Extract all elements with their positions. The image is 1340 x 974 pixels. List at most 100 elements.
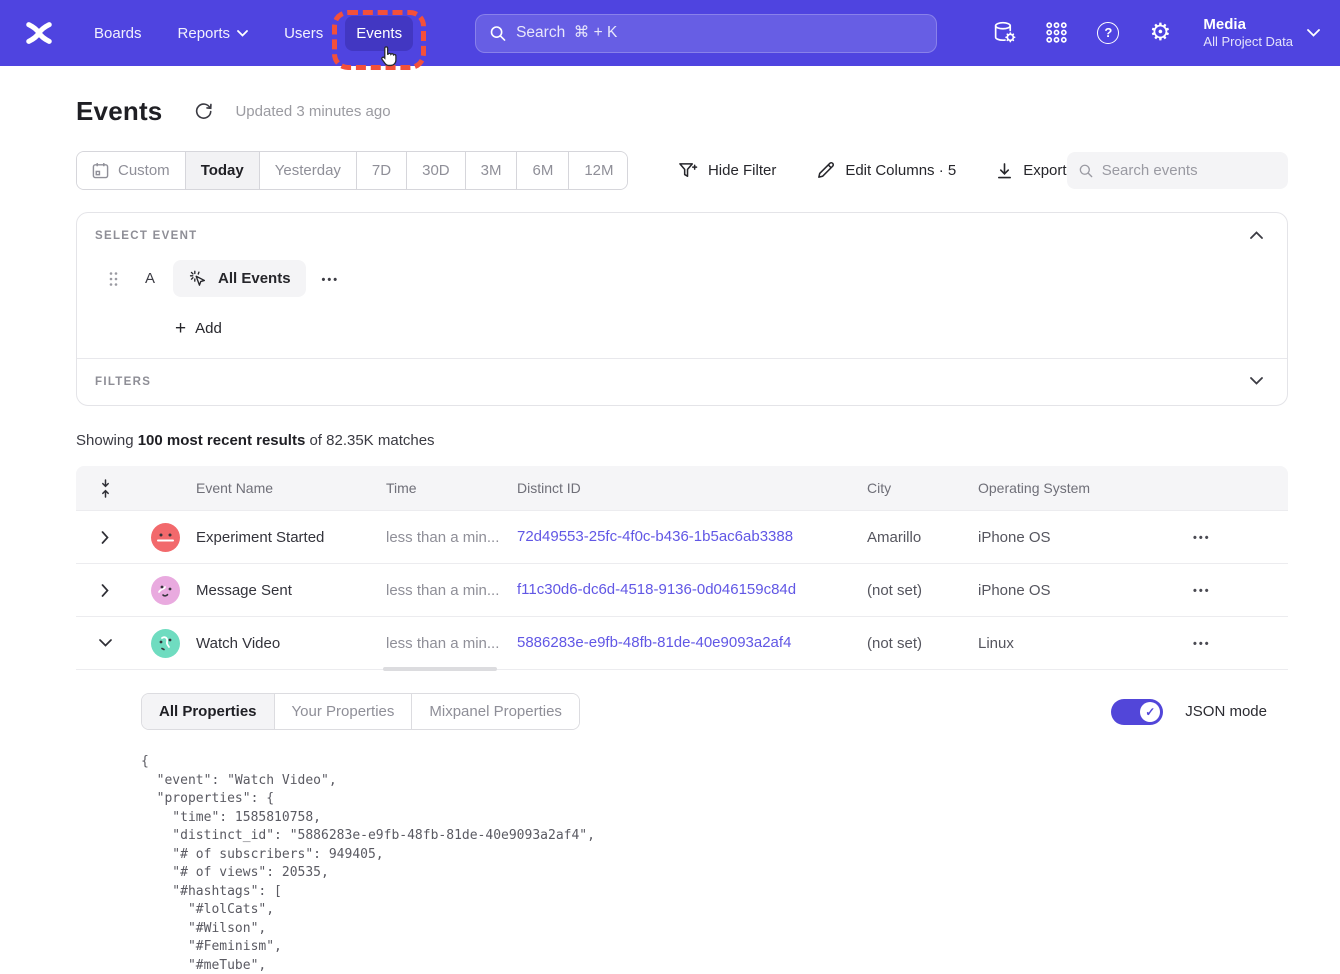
row-more-button[interactable]	[1187, 577, 1217, 603]
global-search-input[interactable]	[516, 24, 922, 42]
nav-item-users[interactable]: Users	[270, 16, 337, 51]
last-updated-text: Updated 3 minutes ago	[235, 103, 390, 120]
event-avatar	[151, 523, 180, 552]
event-name-cell: Watch Video	[196, 635, 386, 652]
chevron-down-icon	[237, 30, 248, 37]
json-mode-label: JSON mode	[1185, 703, 1267, 720]
column-header-distinct-id: Distinct ID	[517, 480, 867, 496]
expand-all-icon[interactable]	[93, 473, 118, 504]
nav-label: Users	[284, 25, 323, 42]
select-event-label: SELECT EVENT	[95, 230, 1269, 242]
primary-nav: Boards Reports Users Events	[80, 16, 413, 51]
settings-gear-icon[interactable]	[1147, 20, 1173, 46]
data-management-icon[interactable]	[991, 20, 1017, 46]
table-row-expanded[interactable]: Watch Video less than a min... 5886283e-…	[76, 617, 1288, 670]
add-event-button[interactable]: Add	[175, 319, 222, 338]
collapse-row-icon[interactable]	[93, 633, 118, 653]
summary-suffix: of 82.35K matches	[305, 432, 434, 449]
refresh-button[interactable]	[194, 102, 213, 121]
date-option-label: 30D	[422, 162, 450, 179]
search-icon	[490, 25, 506, 42]
time-cell: less than a min...	[386, 582, 517, 599]
row-more-button[interactable]	[1187, 524, 1217, 550]
search-icon	[1079, 163, 1093, 179]
city-cell: Amarillo	[867, 529, 978, 546]
expand-row-icon[interactable]	[95, 578, 115, 603]
table-row[interactable]: Experiment Started less than a min... 72…	[76, 511, 1288, 564]
json-mode-control: JSON mode	[1111, 699, 1267, 725]
project-selector[interactable]: Media All Project Data	[1203, 15, 1320, 51]
date-option-12m[interactable]: 12M	[569, 152, 628, 189]
date-option-label: 7D	[372, 162, 391, 179]
edit-columns-button[interactable]: Edit Columns · 5	[816, 161, 956, 180]
date-option-6m[interactable]: 6M	[517, 152, 569, 189]
horizontal-scrollbar-thumb[interactable]	[383, 667, 497, 671]
query-builder-card: SELECT EVENT A	[76, 212, 1288, 406]
funnel-plus-icon	[678, 161, 698, 180]
help-icon[interactable]	[1095, 20, 1121, 46]
nav-label: Boards	[94, 25, 142, 42]
export-button[interactable]: Export	[996, 162, 1066, 180]
event-row-letter: A	[145, 270, 155, 287]
export-label: Export	[1023, 162, 1066, 179]
nav-item-events[interactable]: Events	[345, 16, 413, 51]
date-option-label: 6M	[532, 162, 553, 179]
row-more-button[interactable]	[1187, 630, 1217, 656]
pencil-icon	[816, 161, 835, 180]
tab-mixpanel-properties[interactable]: Mixpanel Properties	[412, 694, 579, 729]
events-page: Events Updated 3 minutes ago Custom Toda…	[0, 66, 1340, 974]
time-cell: less than a min...	[386, 635, 517, 652]
chevron-down-icon	[1250, 377, 1263, 385]
drag-handle-icon[interactable]	[109, 271, 118, 287]
summary-prefix: Showing	[76, 432, 138, 449]
expand-row-icon[interactable]	[95, 525, 115, 550]
filters-label: FILTERS	[95, 376, 1269, 388]
date-option-yesterday[interactable]: Yesterday	[260, 152, 357, 189]
expand-filters-button[interactable]	[1246, 373, 1267, 389]
distinct-id-link[interactable]: 5886283e-e9fb-48fb-81de-40e9093a2af4	[517, 634, 791, 651]
column-header-city: City	[867, 480, 978, 496]
date-option-3m[interactable]: 3M	[466, 152, 518, 189]
hide-filter-button[interactable]: Hide Filter	[678, 161, 776, 180]
date-option-label: 3M	[481, 162, 502, 179]
navbar-right: Media All Project Data	[991, 15, 1320, 51]
search-events-box[interactable]	[1067, 152, 1288, 189]
edit-columns-label: Edit Columns · 5	[845, 162, 956, 179]
os-cell: Linux	[978, 635, 1187, 652]
table-toolbar: Hide Filter Edit Columns · 5 Export	[678, 161, 1067, 180]
date-range-picker: Custom Today Yesterday 7D 30D 3M 6M 12M	[76, 151, 628, 190]
global-search[interactable]	[475, 14, 937, 53]
table-row[interactable]: Message Sent less than a min... f11c30d6…	[76, 564, 1288, 617]
event-name-cell: Experiment Started	[196, 529, 386, 546]
event-json-viewer: { "event": "Watch Video", "properties": …	[141, 753, 1267, 974]
date-option-7d[interactable]: 7D	[357, 152, 407, 189]
column-header-time: Time	[386, 480, 517, 496]
search-events-input[interactable]	[1102, 162, 1276, 179]
json-mode-toggle[interactable]	[1111, 699, 1163, 725]
date-option-today[interactable]: Today	[186, 152, 260, 189]
events-table: Event Name Time Distinct ID City Operati…	[76, 466, 1288, 974]
distinct-id-link[interactable]: 72d49553-25fc-4f0c-b436-1b5ac6ab3388	[517, 528, 793, 545]
distinct-id-link[interactable]: f11c30d6-dc6d-4518-9136-0d046159c84d	[517, 581, 796, 598]
date-option-custom[interactable]: Custom	[77, 152, 186, 189]
mixpanel-logo-icon[interactable]	[22, 18, 56, 48]
date-option-30d[interactable]: 30D	[407, 152, 466, 189]
tab-your-properties[interactable]: Your Properties	[275, 694, 413, 729]
event-selector-chip[interactable]: All Events	[173, 260, 306, 297]
tab-all-properties[interactable]: All Properties	[142, 694, 275, 729]
event-row-more-button[interactable]	[322, 270, 340, 288]
date-option-label: Custom	[118, 162, 170, 179]
nav-item-boards[interactable]: Boards	[80, 16, 156, 51]
properties-tabs: All Properties Your Properties Mixpanel …	[141, 693, 580, 730]
collapse-section-button[interactable]	[1246, 227, 1267, 243]
event-avatar	[151, 629, 180, 658]
apps-grid-icon[interactable]	[1043, 20, 1069, 46]
top-navbar: Boards Reports Users Events	[0, 0, 1340, 66]
nav-label: Reports	[178, 25, 231, 42]
column-header-event-name: Event Name	[196, 480, 386, 496]
nav-item-reports[interactable]: Reports	[164, 16, 263, 51]
project-scope: All Project Data	[1203, 34, 1293, 51]
os-cell: iPhone OS	[978, 529, 1187, 546]
event-chip-label: All Events	[218, 270, 291, 287]
nav-label: Events	[356, 25, 402, 42]
